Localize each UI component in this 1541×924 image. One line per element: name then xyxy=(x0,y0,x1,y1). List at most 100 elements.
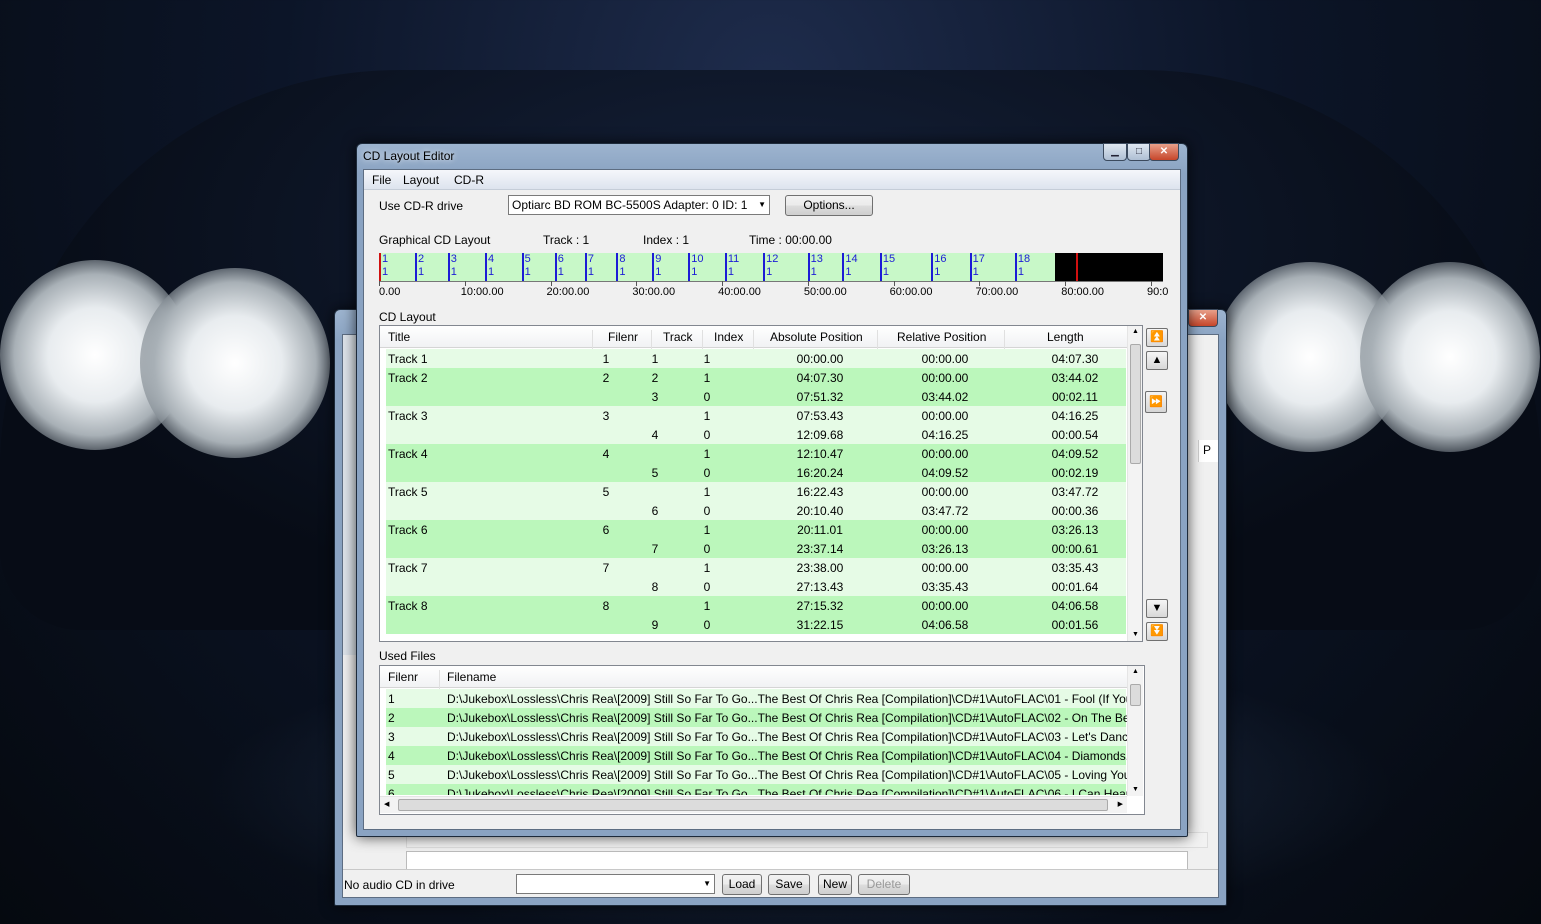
layout-cell: 9 xyxy=(651,618,659,632)
layout-row[interactable]: 9 0 31:22.15 04:06.58 00:01.56 xyxy=(386,615,1126,634)
new-button[interactable]: New xyxy=(818,874,852,895)
delete-button[interactable]: Delete xyxy=(858,874,910,895)
main-position-slider[interactable] xyxy=(406,851,1188,871)
file-row[interactable]: 6 D:\Jukebox\Lossless\Chris Rea\[2009] St… xyxy=(386,784,1127,795)
files-vscrollbar[interactable]: ▲ ▼ xyxy=(1127,666,1143,796)
scroll-thumb[interactable] xyxy=(398,799,1108,811)
layout-row[interactable]: Track 2 2 2 1 04:07.30 00:00.00 03:44.02 xyxy=(386,368,1126,387)
load-button[interactable]: Load xyxy=(722,874,762,895)
files-hscrollbar[interactable]: ◀ ▶ xyxy=(380,796,1127,813)
layout-row[interactable]: 5 0 16:20.24 04:09.52 00:02.19 xyxy=(386,463,1126,482)
layout-row[interactable]: Track 3 3 1 07:53.43 00:00.00 04:16.25 xyxy=(386,406,1126,425)
options-button[interactable]: Options... xyxy=(785,195,873,216)
track-marker[interactable] xyxy=(652,253,655,281)
timeline-tick-label: 10:00.00 xyxy=(460,286,504,298)
track-marker-index: 1 xyxy=(727,266,734,278)
track-marker[interactable] xyxy=(485,253,487,281)
layout-cell: 0 xyxy=(703,428,711,442)
scroll-down-icon[interactable]: ▼ xyxy=(1132,631,1139,638)
scroll-right-icon[interactable]: ▶ xyxy=(1118,800,1123,808)
scroll-down-icon[interactable]: ▼ xyxy=(1132,786,1139,793)
scroll-thumb[interactable] xyxy=(1130,344,1141,464)
main-profile-combo[interactable]: ▼ xyxy=(516,874,715,894)
move-top-button[interactable]: ⏫ xyxy=(1146,328,1168,347)
move-up-button[interactable]: ▲ xyxy=(1146,351,1168,370)
layout-row[interactable]: Track 1 1 1 1 00:00.00 00:00.00 04:07.30 xyxy=(386,349,1126,368)
track-marker-number: 5 xyxy=(524,253,531,265)
track-marker[interactable] xyxy=(807,253,810,281)
layout-row[interactable]: Track 8 8 1 27:15.32 00:00.00 04:06.58 xyxy=(386,596,1126,615)
track-marker-number: 3 xyxy=(450,253,457,265)
layout-row[interactable]: 6 0 20:10.40 03:47.72 00:00.36 xyxy=(386,501,1126,520)
file-row[interactable]: 1 D:\Jukebox\Lossless\Chris Rea\[2009] St… xyxy=(386,689,1127,708)
status-text: No audio CD in drive xyxy=(344,878,455,892)
layout-cell: 12:10.47 xyxy=(796,447,844,461)
layout-cell: 07:51.32 xyxy=(796,390,844,404)
track-marker[interactable] xyxy=(379,253,381,281)
cd-layout-table[interactable]: Title Filenr Track Index Absolute Positi… xyxy=(379,325,1143,642)
move-bottom-button[interactable]: ⏬ xyxy=(1146,622,1168,641)
file-row[interactable]: 5 D:\Jukebox\Lossless\Chris Rea\[2009] St… xyxy=(386,765,1127,784)
layout-row[interactable]: 7 0 23:37.14 03:26.13 00:00.61 xyxy=(386,539,1126,558)
file-row[interactable]: 2 D:\Jukebox\Lossless\Chris Rea\[2009] St… xyxy=(386,708,1127,727)
track-marker[interactable] xyxy=(931,253,934,281)
cdr-drive-select[interactable]: Optiarc BD ROM BC-5500S Adapter: 0 ID: 1… xyxy=(508,195,770,215)
layout-cell: 04:07.30 xyxy=(1051,352,1099,366)
track-marker[interactable] xyxy=(554,253,557,281)
track-marker[interactable] xyxy=(616,253,619,281)
timeline-markers: 1 1 2 1 3 1 4 1 5 1 6 1 7 1 8 1 9 1 10 1 11 1 12 1 13 1 14 1 15 1 16 1 1… xyxy=(379,253,1163,281)
layout-cell: 0 xyxy=(703,580,711,594)
layout-cell: 04:16.25 xyxy=(921,428,969,442)
scroll-left-icon[interactable]: ◀ xyxy=(384,800,389,808)
track-marker[interactable] xyxy=(1014,253,1017,281)
close-button[interactable]: ✕ xyxy=(1149,143,1179,161)
track-marker[interactable] xyxy=(763,253,766,281)
layout-cell: 16:22.43 xyxy=(796,485,844,499)
menu-file[interactable]: File xyxy=(372,173,391,187)
move-down-button[interactable]: ▼ xyxy=(1146,599,1168,618)
fast-forward-button[interactable]: ⏩ xyxy=(1145,391,1167,413)
layout-row[interactable]: 8 0 27:13.43 03:35.43 00:01.64 xyxy=(386,577,1126,596)
layout-cell: 00:00.00 xyxy=(921,409,969,423)
track-marker-index: 1 xyxy=(810,266,817,278)
minimize-button[interactable]: ▁ xyxy=(1103,143,1127,161)
save-button[interactable]: Save xyxy=(768,874,810,895)
layout-cell: 00:02.11 xyxy=(1052,390,1098,404)
track-marker[interactable] xyxy=(969,253,972,281)
layout-cell: 04:07.30 xyxy=(796,371,844,385)
track-marker[interactable] xyxy=(688,253,691,281)
used-files-table[interactable]: Filenr Filename 1 D:\Jukebox\Lossless\Chr… xyxy=(379,665,1145,815)
track-marker[interactable] xyxy=(724,253,727,281)
track-marker[interactable] xyxy=(842,253,845,281)
headlight-left-inner xyxy=(140,268,330,458)
file-row[interactable]: 3 D:\Jukebox\Lossless\Chris Rea\[2009] St… xyxy=(386,727,1127,746)
scroll-up-icon[interactable]: ▲ xyxy=(1132,328,1139,335)
scroll-up-icon[interactable]: ▲ xyxy=(1132,668,1139,675)
track-marker[interactable] xyxy=(414,253,417,281)
layout-row[interactable]: 3 0 07:51.32 03:44.02 00:02.11 xyxy=(386,387,1126,406)
cd-layout-editor-window: CD Layout Editor ▁ □ ✕ File Layout CD-R … xyxy=(356,143,1188,837)
scroll-thumb[interactable] xyxy=(1130,684,1141,706)
layout-scrollbar[interactable]: ▲ ▼ xyxy=(1127,326,1142,641)
layout-row[interactable]: Track 5 5 1 16:22.43 00:00.00 03:47.72 xyxy=(386,482,1126,501)
editor-titlebar[interactable]: CD Layout Editor ▁ □ ✕ xyxy=(357,143,1187,170)
layout-cell: 00:00.00 xyxy=(921,561,969,575)
track-marker[interactable] xyxy=(447,253,450,281)
graphical-cd-timeline[interactable]: 1 1 2 1 3 1 4 1 5 1 6 1 7 1 8 1 9 1 10 1 11 1 12 1 13 1 14 1 15 1 16 1 1… xyxy=(379,253,1168,301)
track-marker[interactable] xyxy=(584,253,587,281)
layout-row[interactable]: Track 4 4 1 12:10.47 00:00.00 04:09.52 xyxy=(386,444,1126,463)
layout-cell: 8 xyxy=(651,580,659,594)
layout-cell: 12:09.68 xyxy=(796,428,844,442)
layout-row[interactable]: 4 0 12:09.68 04:16.25 00:00.54 xyxy=(386,425,1126,444)
track-marker[interactable] xyxy=(521,253,524,281)
file-row[interactable]: 4 D:\Jukebox\Lossless\Chris Rea\[2009] St… xyxy=(386,746,1127,765)
main-close-button[interactable]: ✕ xyxy=(1188,309,1218,327)
track-marker[interactable] xyxy=(879,253,882,281)
maximize-button[interactable]: □ xyxy=(1127,143,1151,161)
menu-layout[interactable]: Layout xyxy=(403,173,439,187)
layout-row[interactable]: Track 6 6 1 20:11.01 00:00.00 03:26.13 xyxy=(386,520,1126,539)
layout-cell: 7 xyxy=(651,542,659,556)
track-marker-index: 1 xyxy=(587,266,594,278)
layout-row[interactable]: Track 7 7 1 23:38.00 00:00.00 03:35.43 xyxy=(386,558,1126,577)
menu-cdr[interactable]: CD-R xyxy=(454,173,484,187)
